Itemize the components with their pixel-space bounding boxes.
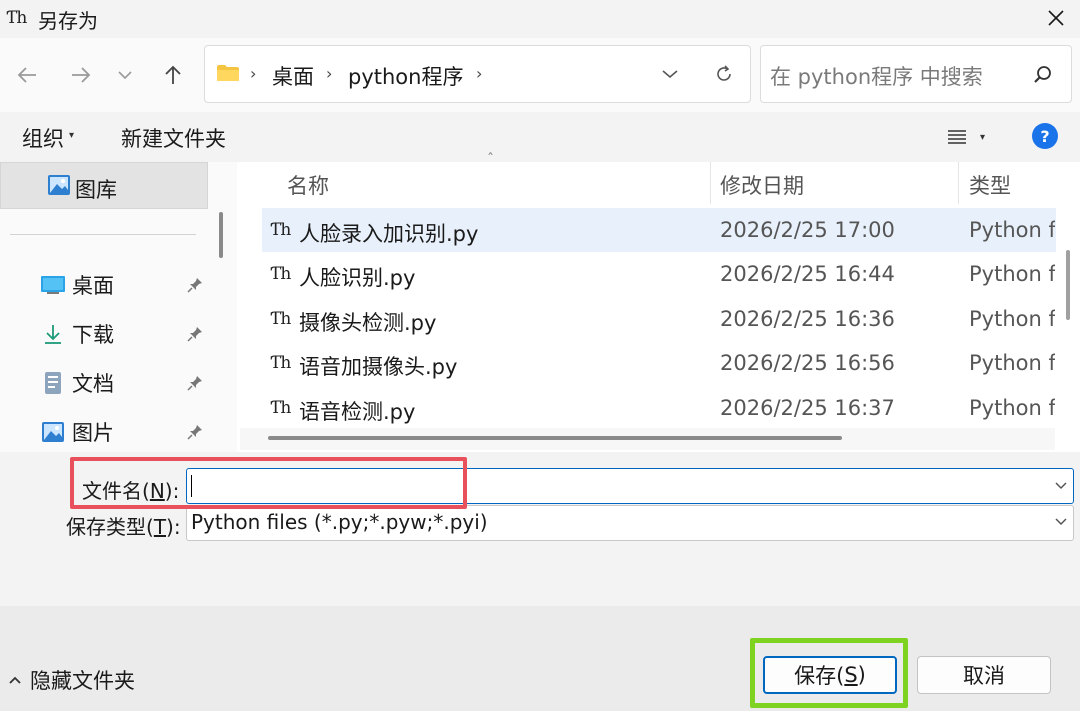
refresh-icon xyxy=(717,65,731,81)
document-icon xyxy=(45,372,61,394)
filetype-value: Python files (*.py;*.pyw;*.pyi) xyxy=(191,510,488,534)
arrow-right-icon xyxy=(72,67,91,83)
address-history-button[interactable] xyxy=(656,62,684,86)
file-type: Python f xyxy=(969,396,1055,420)
chevron-down-icon[interactable] xyxy=(1054,481,1068,491)
python-file-icon: Ƭh xyxy=(270,309,291,329)
file-date: 2026/2/25 16:36 xyxy=(720,307,895,331)
caret-down-icon: ▾ xyxy=(69,130,75,141)
gallery-icon xyxy=(48,175,70,195)
chevron-down-icon[interactable] xyxy=(1054,517,1068,527)
search-placeholder: 在 python程序 中搜索 xyxy=(770,65,983,89)
pin-icon[interactable] xyxy=(186,276,204,294)
pin-icon[interactable] xyxy=(186,423,204,441)
folder-icon xyxy=(217,65,239,81)
cancel-button[interactable]: 取消 xyxy=(917,656,1051,694)
text-cursor xyxy=(191,475,192,497)
window-title: 另存为 xyxy=(38,9,98,33)
help-icon[interactable]: ? xyxy=(1032,123,1058,149)
sort-ascending-icon: ˆ xyxy=(487,152,494,168)
pin-icon[interactable] xyxy=(186,325,204,343)
recent-locations-button[interactable] xyxy=(110,57,140,93)
list-view-icon xyxy=(948,130,966,144)
file-date: 2026/2/25 16:44 xyxy=(720,262,895,286)
close-icon xyxy=(1048,10,1064,26)
desktop-icon xyxy=(41,276,65,294)
breadcrumb-chevron-icon[interactable]: › xyxy=(476,64,482,83)
chevron-down-icon xyxy=(118,71,132,80)
horizontal-scrollbar[interactable] xyxy=(268,436,842,440)
pin-icon[interactable] xyxy=(186,374,204,392)
up-button[interactable] xyxy=(156,57,190,93)
filename-input[interactable] xyxy=(186,468,1074,504)
search-icon[interactable] xyxy=(1032,64,1056,88)
back-button[interactable] xyxy=(10,57,44,93)
chevron-up-icon xyxy=(9,676,21,684)
title-bar xyxy=(0,0,1080,38)
filename-label: 文件名(N): xyxy=(82,479,180,503)
chevron-down-icon xyxy=(662,70,678,79)
sidebar-item-downloads[interactable]: 下载 xyxy=(40,314,114,354)
hide-folders-toggle[interactable]: 隐藏文件夹 xyxy=(8,665,135,695)
sidebar-item-label: 图片 xyxy=(72,421,114,445)
file-type: Python f xyxy=(969,307,1055,331)
file-name: 摄像头检测.py xyxy=(299,311,437,335)
breadcrumb-desktop[interactable]: 桌面 xyxy=(272,61,314,91)
sidebar-item-documents[interactable]: 文档 xyxy=(40,363,114,403)
column-divider[interactable] xyxy=(958,162,959,204)
python-file-icon: Ƭh xyxy=(270,264,291,284)
caret-down-icon: ▾ xyxy=(980,131,986,143)
view-options-button[interactable]: ▾ xyxy=(946,126,996,148)
arrow-up-icon xyxy=(165,65,181,84)
file-name: 人脸识别.py xyxy=(299,266,416,290)
file-name: 语音检测.py xyxy=(299,400,416,424)
sidebar-item-label: 文档 xyxy=(72,372,114,396)
sidebar-divider xyxy=(10,234,196,235)
save-button[interactable]: 保存(S) xyxy=(763,656,897,694)
file-list-scrollbar[interactable] xyxy=(1066,250,1070,320)
python-app-icon: Ƭh xyxy=(6,8,27,28)
breadcrumb-chevron-icon: › xyxy=(250,64,257,83)
refresh-button[interactable] xyxy=(710,60,738,88)
sidebar-item-pictures[interactable]: 图片 xyxy=(40,412,114,452)
file-type: Python f xyxy=(969,218,1055,242)
column-header-date[interactable]: 修改日期 xyxy=(720,170,804,200)
python-file-icon: Ƭh xyxy=(270,353,291,373)
organize-menu[interactable]: 组织 xyxy=(22,123,64,153)
file-date: 2026/2/25 16:56 xyxy=(720,351,895,375)
sidebar-item-label: 桌面 xyxy=(72,274,114,298)
file-type: Python f xyxy=(969,351,1055,375)
column-header-name[interactable]: 名称 xyxy=(287,170,329,200)
sidebar-item-label: 下载 xyxy=(72,323,114,347)
sidebar-item-desktop[interactable]: 桌面 xyxy=(40,265,114,305)
filetype-label: 保存类型(T): xyxy=(66,515,181,539)
file-name: 人脸录入加识别.py xyxy=(299,222,479,246)
download-icon xyxy=(45,325,61,344)
pictures-icon xyxy=(42,422,64,442)
close-button[interactable] xyxy=(1040,0,1072,36)
python-file-icon: Ƭh xyxy=(270,220,291,240)
sidebar-scrollbar[interactable] xyxy=(219,212,223,258)
hide-folders-label: 隐藏文件夹 xyxy=(30,669,135,693)
arrow-left-icon xyxy=(17,67,36,83)
column-divider[interactable] xyxy=(710,162,711,204)
file-date: 2026/2/25 17:00 xyxy=(720,218,895,242)
column-header-type[interactable]: 类型 xyxy=(969,170,1011,200)
breadcrumb-python-folder[interactable]: python程序 xyxy=(348,61,463,91)
forward-button[interactable] xyxy=(64,57,98,93)
python-file-icon: Ƭh xyxy=(270,398,291,418)
file-name: 语音加摄像头.py xyxy=(299,355,458,379)
file-date: 2026/2/25 16:37 xyxy=(720,396,895,420)
breadcrumb-chevron-icon: › xyxy=(326,64,333,83)
file-type: Python f xyxy=(969,262,1055,286)
filetype-select[interactable]: Python files (*.py;*.pyw;*.pyi) xyxy=(186,505,1074,541)
sidebar-item-label: 图库 xyxy=(75,178,117,202)
new-folder-button[interactable]: 新建文件夹 xyxy=(121,123,226,153)
